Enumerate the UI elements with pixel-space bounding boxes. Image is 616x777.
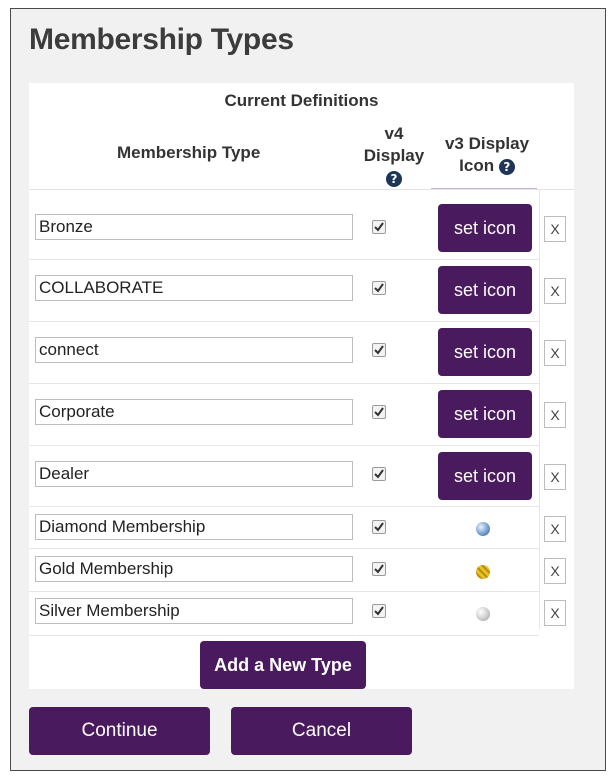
row-divider (29, 321, 539, 322)
diamond-badge-icon[interactable] (476, 522, 490, 536)
delete-row-button[interactable]: X (544, 278, 566, 304)
v4-header-line1: v4 (384, 124, 404, 143)
membership-type-input[interactable] (35, 556, 353, 582)
set-icon-button[interactable]: set icon (438, 328, 532, 376)
set-icon-button[interactable]: set icon (438, 204, 532, 252)
set-icon-button[interactable]: set icon (438, 266, 532, 314)
set-icon-button[interactable]: set icon (438, 390, 532, 438)
delete-row-button[interactable]: X (544, 402, 566, 428)
table-row: X (29, 553, 574, 589)
table-row: set icon X (29, 327, 574, 377)
membership-type-input[interactable] (35, 461, 353, 487)
silver-badge-icon[interactable] (476, 607, 490, 621)
v4-display-checkbox[interactable] (372, 520, 386, 534)
set-icon-button[interactable]: set icon (438, 452, 532, 500)
row-divider (29, 635, 539, 636)
row-divider (29, 259, 539, 260)
table-row: set icon X (29, 203, 574, 253)
help-icon[interactable]: ? (386, 170, 402, 187)
v4-display-checkbox[interactable] (372, 281, 386, 295)
page-title: Membership Types (29, 23, 294, 56)
v4-header-line2: Display (363, 146, 425, 165)
column-header-membership-type: Membership Type (117, 143, 261, 162)
table-row: set icon X (29, 265, 574, 315)
membership-type-input[interactable] (35, 337, 353, 363)
column-header-v3-display-icon: v3 Display Icon ? (435, 133, 539, 177)
header-divider (29, 189, 574, 190)
table-row: X (29, 595, 574, 631)
table-row: set icon X (29, 451, 574, 501)
membership-type-input[interactable] (35, 514, 353, 540)
continue-button[interactable]: Continue (29, 707, 210, 755)
help-icon[interactable]: ? (498, 158, 515, 175)
row-divider (29, 506, 539, 507)
v3-header-line2: Icon (459, 156, 495, 175)
membership-type-input[interactable] (35, 598, 353, 624)
v4-display-checkbox[interactable] (372, 220, 386, 234)
row-divider (29, 445, 539, 446)
v4-display-checkbox[interactable] (372, 343, 386, 357)
delete-row-button[interactable]: X (544, 216, 566, 242)
table-row: set icon X (29, 389, 574, 439)
delete-row-button[interactable]: X (544, 558, 566, 584)
table-caption: Current Definitions (224, 91, 379, 110)
delete-row-button[interactable]: X (544, 340, 566, 366)
row-divider (29, 548, 539, 549)
v4-display-checkbox[interactable] (372, 467, 386, 481)
delete-row-button[interactable]: X (544, 600, 566, 626)
membership-type-input[interactable] (35, 399, 353, 425)
delete-row-button[interactable]: X (544, 516, 566, 542)
row-divider (29, 383, 539, 384)
cancel-button[interactable]: Cancel (231, 707, 412, 755)
v3-header-line1: v3 Display (444, 134, 530, 153)
v4-display-checkbox[interactable] (372, 562, 386, 576)
table-row: X (29, 511, 574, 547)
v4-display-checkbox[interactable] (372, 604, 386, 618)
membership-type-input[interactable] (35, 214, 353, 240)
v4-display-checkbox[interactable] (372, 405, 386, 419)
membership-type-input[interactable] (35, 275, 353, 301)
gold-badge-icon[interactable] (476, 565, 490, 579)
row-divider (29, 591, 539, 592)
column-header-v4-display: v4 Display ? (359, 123, 429, 189)
add-new-type-button[interactable]: Add a New Type (200, 641, 366, 689)
definitions-panel: Current Definitions Membership Type v4 D… (29, 83, 574, 689)
delete-row-button[interactable]: X (544, 464, 566, 490)
dialog-frame: Membership Types Current Definitions Mem… (10, 8, 606, 771)
